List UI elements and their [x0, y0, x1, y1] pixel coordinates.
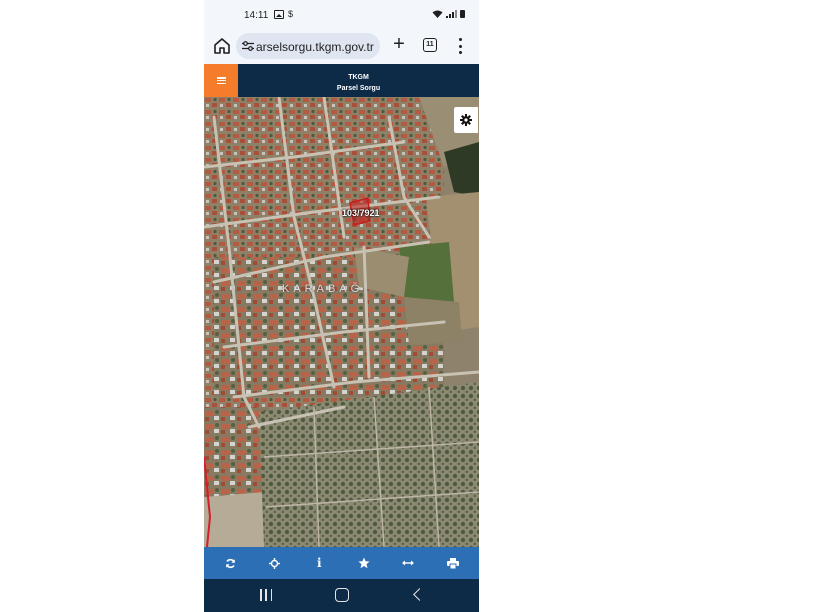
tabs-icon[interactable]: 11: [423, 38, 437, 52]
star-icon: [358, 557, 370, 569]
home-icon[interactable]: [212, 36, 232, 56]
battery-icon: [460, 10, 465, 18]
map-toolbar: i: [204, 547, 479, 579]
wifi-icon: [432, 10, 443, 18]
measure-button[interactable]: [396, 551, 420, 575]
info-button[interactable]: i: [307, 551, 331, 575]
hamburger-icon[interactable]: [204, 64, 238, 97]
url-text: arselsorgu.tkgm.gov.tr: [256, 40, 374, 54]
app-title-line1: TKGM: [348, 74, 369, 81]
back-icon[interactable]: [413, 588, 426, 601]
locate-button[interactable]: [263, 551, 287, 575]
map-imagery: [204, 97, 479, 547]
parcel-label[interactable]: 103/7921: [342, 208, 380, 218]
status-bar: 14:11 $: [204, 0, 479, 30]
info-icon: i: [316, 556, 322, 570]
print-icon: [446, 557, 459, 569]
gallery-icon: [274, 9, 284, 19]
favorite-button[interactable]: [352, 551, 376, 575]
refresh-icon: [225, 558, 235, 568]
gear-icon: [460, 114, 472, 126]
map-settings-button[interactable]: [454, 107, 478, 133]
address-bar[interactable]: arselsorgu.tkgm.gov.tr: [236, 33, 380, 59]
print-button[interactable]: [441, 551, 465, 575]
status-notification-icons: $: [274, 9, 293, 19]
home-icon[interactable]: [335, 588, 349, 602]
signal-icon: [446, 10, 457, 18]
tab-count: 11: [426, 41, 434, 48]
status-system-icons: [432, 10, 465, 18]
dollar-icon: $: [288, 9, 294, 19]
refresh-button[interactable]: [218, 551, 242, 575]
more-vert-icon[interactable]: [456, 38, 464, 54]
plus-icon[interactable]: +: [388, 34, 410, 56]
status-time: 14:11: [244, 10, 269, 21]
recents-icon[interactable]: [260, 589, 272, 601]
phone-screen: 14:11 $ arselsorgu.tkgm.gov.tr + 11 TKGM…: [204, 0, 479, 612]
measure-icon: [402, 560, 415, 566]
app-title: TKGM Parsel Sorgu: [238, 72, 479, 94]
satellite-map[interactable]: 103/7921 KARABAĞ: [204, 97, 479, 547]
district-label: KARABAĞ: [282, 283, 364, 295]
app-title-line2: Parsel Sorgu: [336, 85, 381, 92]
site-settings-icon[interactable]: [242, 41, 254, 51]
system-nav-bar: [204, 579, 479, 612]
locate-icon: [269, 557, 281, 569]
app-header: TKGM Parsel Sorgu: [204, 64, 479, 97]
browser-toolbar: arselsorgu.tkgm.gov.tr + 11: [204, 30, 479, 64]
